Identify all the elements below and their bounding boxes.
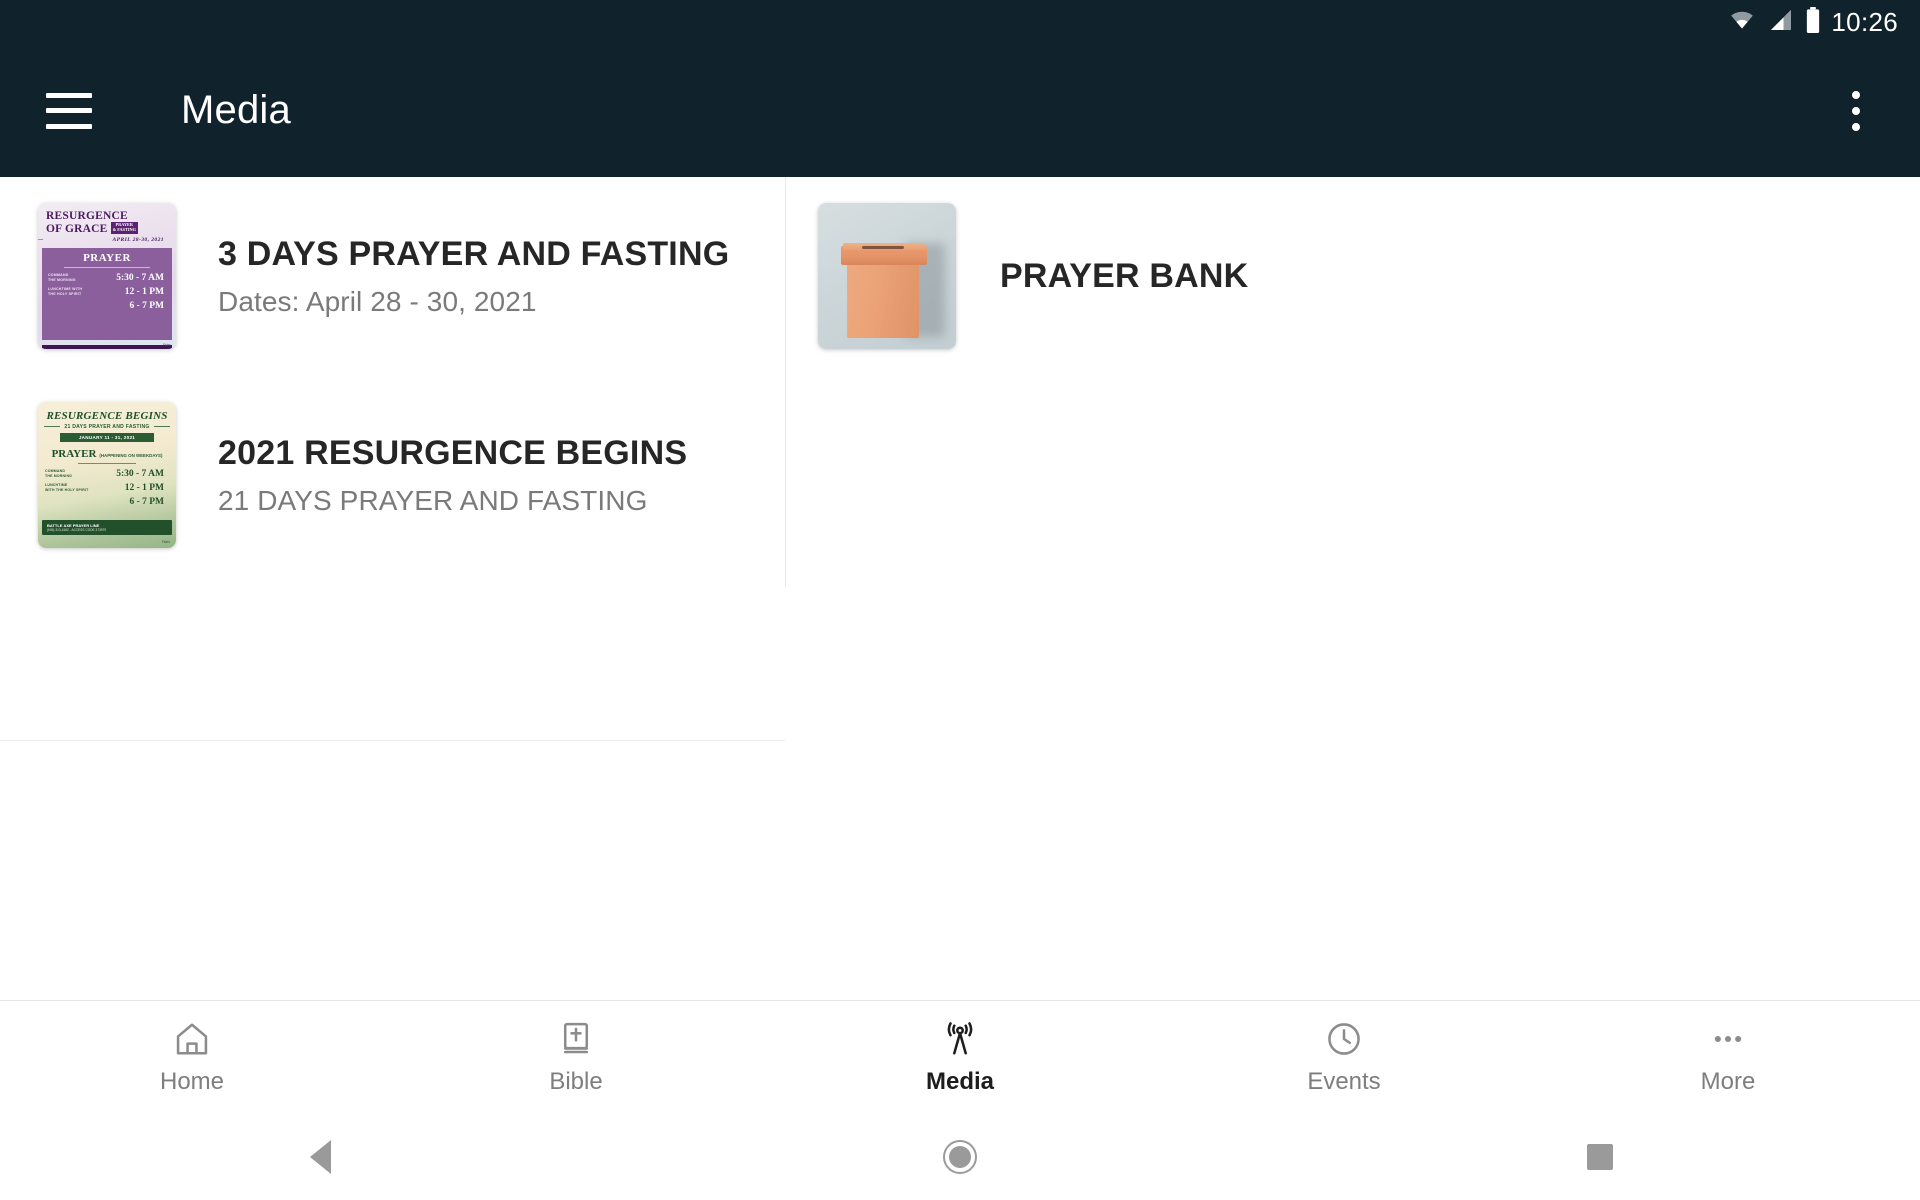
flyer2-subheading: 21 DAYS PRAYER AND FASTING xyxy=(38,422,176,430)
media-grid-empty-cell xyxy=(786,376,1920,575)
flyer1-logo: Fides xyxy=(162,342,171,347)
flyer2-label-l2: THE MORNING xyxy=(45,473,73,478)
flyer2-heading: RESURGENCE BEGINS xyxy=(46,409,168,422)
status-bar: 10:26 xyxy=(0,0,1920,44)
flyer1-badge: PRAYER & FASTING xyxy=(110,221,138,234)
flyer2-section-note: (HAPPENING ON WEEKDAYS) xyxy=(99,452,163,458)
media-item-2021-resurgence-begins[interactable]: RESURGENCE BEGINS 21 DAYS PRAYER AND FAS… xyxy=(0,376,785,575)
flyer1-label-l2: THE HOLY SPIRIT xyxy=(48,291,82,296)
tab-label: Events xyxy=(1307,1068,1381,1095)
more-dots-icon xyxy=(1709,1019,1747,1059)
flyer1-heading-row: OF GRACE PRAYER & FASTING xyxy=(46,221,170,235)
bible-icon xyxy=(557,1019,595,1059)
flyer2-schedule-row: LUNCHTIME WITH THE HOLY SPIRIT 12 - 1 PM xyxy=(38,483,176,493)
flyer2-rule xyxy=(78,462,136,464)
bottom-tab-bar: Home Bible Media Events More xyxy=(0,1000,1920,1114)
flyer1-schedule-time: 6 - 7 PM xyxy=(129,300,164,311)
thumbnail-wrapper: RESURGENCE BEGINS 21 DAYS PRAYER AND FAS… xyxy=(38,401,178,550)
tab-label: Media xyxy=(925,1068,994,1095)
thumbnail-wrapper: RESURGENCE OF GRACE PRAYER & FASTING APR… xyxy=(38,202,178,351)
flyer1-header: RESURGENCE OF GRACE PRAYER & FASTING APR… xyxy=(38,203,176,245)
overflow-menu-icon[interactable] xyxy=(1830,80,1882,142)
flyer2-footer: BATTLE AXE PRAYER LINE (605) 313-4162 - … xyxy=(42,519,172,535)
resurgence-of-grace-flyer: RESURGENCE OF GRACE PRAYER & FASTING APR… xyxy=(38,202,176,349)
recents-square-icon[interactable] xyxy=(1587,1144,1613,1170)
tab-bible[interactable]: Bible xyxy=(384,1001,768,1114)
hamburger-menu-icon[interactable] xyxy=(46,92,92,129)
flyer1-heading-line1: RESURGENCE xyxy=(46,209,128,222)
flyer1-rule xyxy=(64,266,150,268)
flyer1-schedule-row: LUNCHTIME WITH THE HOLY SPIRIT 12 - 1 PM xyxy=(42,287,172,297)
system-nav-recents-slot xyxy=(1280,1144,1920,1170)
tab-label: Bible xyxy=(549,1068,603,1095)
thumbnail-wrapper xyxy=(818,202,958,351)
tab-media[interactable]: Media xyxy=(768,1001,1152,1114)
resurgence-begins-flyer: RESURGENCE BEGINS 21 DAYS PRAYER AND FAS… xyxy=(38,401,176,548)
tab-label: More xyxy=(1700,1068,1756,1095)
flyer2-schedule-time: 5:30 - 7 AM xyxy=(116,468,164,479)
flyer1-schedule-row: COMMAND THE MORNING 5:30 - 7 AM xyxy=(42,273,172,283)
flyer1-heading-line2: OF GRACE xyxy=(46,222,108,235)
flyer2-schedule-row: 6 - 7 PM xyxy=(38,497,176,507)
flyer1-footer-line1: BATTLE AXE PRAYER LINE xyxy=(47,348,172,349)
media-item-title: 3 DAYS PRAYER AND FASTING xyxy=(218,235,730,273)
flyer1-schedule-row: 6 - 7 PM xyxy=(42,301,172,311)
media-item-title: 2021 RESURGENCE BEGINS xyxy=(218,434,688,472)
box-coin-slot-shape xyxy=(862,245,904,249)
flyer1-section-title: PRAYER xyxy=(83,251,131,264)
app-bar: Media xyxy=(0,44,1920,177)
tab-more[interactable]: More xyxy=(1536,1001,1920,1114)
media-item-subtitle: 21 DAYS PRAYER AND FASTING xyxy=(218,485,648,516)
home-circle-icon[interactable] xyxy=(943,1140,977,1174)
broadcast-icon xyxy=(941,1019,979,1059)
row-divider-2 xyxy=(0,740,785,741)
flyer2-footer-line2: (605) 313-4162 - ACCESS CODE 373979 xyxy=(47,527,107,532)
prayer-bank-box-photo xyxy=(818,202,956,349)
battery-icon xyxy=(1805,6,1821,38)
flyer1-schedule-label: COMMAND THE MORNING xyxy=(48,273,76,282)
flyer2-schedule-label: LUNCHTIME WITH THE HOLY SPIRIT xyxy=(45,483,88,492)
flyer2-schedule-label: COMMAND THE MORNING xyxy=(45,469,72,478)
media-item-prayer-bank[interactable]: PRAYER BANK xyxy=(786,177,1920,376)
media-item-3-days-prayer-and-fasting[interactable]: RESURGENCE OF GRACE PRAYER & FASTING APR… xyxy=(0,177,785,376)
flyer1-footer: BATTLE AXE PRAYER LINE (605) 313-4162 - … xyxy=(42,344,172,349)
flyer2-section: PRAYER (HAPPENING ON WEEKDAYS) xyxy=(38,442,176,460)
app-root: 10:26 Media RESURGENCE OF GRACE PRAYER &… xyxy=(0,0,1920,1200)
wifi-icon xyxy=(1727,8,1757,37)
media-item-subtitle: Dates: April 28 - 30, 2021 xyxy=(218,286,537,317)
status-bar-clock: 10:26 xyxy=(1831,6,1898,37)
home-icon xyxy=(173,1019,211,1059)
box-body-shape xyxy=(846,262,919,339)
system-nav-home-slot xyxy=(640,1140,1280,1174)
tab-label: Home xyxy=(159,1068,225,1095)
media-content: RESURGENCE OF GRACE PRAYER & FASTING APR… xyxy=(0,177,1920,1000)
clock-icon xyxy=(1325,1019,1363,1059)
flyer1-schedule-time: 5:30 - 7 AM xyxy=(116,272,164,283)
back-triangle-icon[interactable] xyxy=(309,1140,331,1174)
media-item-text: 3 DAYS PRAYER AND FASTING Dates: April 2… xyxy=(218,235,729,318)
flyer2-schedule-row: COMMAND THE MORNING 5:30 - 7 AM xyxy=(38,469,176,479)
flyer2-logo: Fides xyxy=(161,539,170,544)
flyer1-schedule-label: LUNCHTIME WITH THE HOLY SPIRIT xyxy=(48,287,82,296)
flyer2-section-title: PRAYER xyxy=(51,447,97,460)
cellular-signal-icon xyxy=(1768,8,1794,37)
page-title: Media xyxy=(181,88,291,132)
system-navigation-bar xyxy=(0,1114,1920,1200)
flyer1-date: APRIL 28-30, 2021 xyxy=(38,235,170,243)
flyer2-schedule-time: 12 - 1 PM xyxy=(124,482,164,493)
media-grid: RESURGENCE OF GRACE PRAYER & FASTING APR… xyxy=(0,177,1920,575)
status-bar-icons xyxy=(1727,6,1821,38)
flyer1-badge-line2: & FASTING xyxy=(112,226,136,232)
flyer2-date-band: JANUARY 11 - 31, 2021 xyxy=(60,432,154,442)
media-item-title: PRAYER BANK xyxy=(1000,257,1249,295)
flyer2-schedule-time: 6 - 7 PM xyxy=(129,496,164,507)
flyer1-label-l2: THE MORNING xyxy=(48,277,76,282)
tab-events[interactable]: Events xyxy=(1152,1001,1536,1114)
flyer2-label-l2: WITH THE HOLY SPIRIT xyxy=(45,487,89,492)
flyer1-schedule-time: 12 - 1 PM xyxy=(124,286,164,297)
media-item-text: 2021 RESURGENCE BEGINS 21 DAYS PRAYER AN… xyxy=(218,434,687,517)
flyer1-body: PRAYER COMMAND THE MORNING 5:30 - 7 AM L… xyxy=(42,247,172,349)
system-nav-back-slot xyxy=(0,1140,640,1174)
tab-home[interactable]: Home xyxy=(0,1001,384,1114)
